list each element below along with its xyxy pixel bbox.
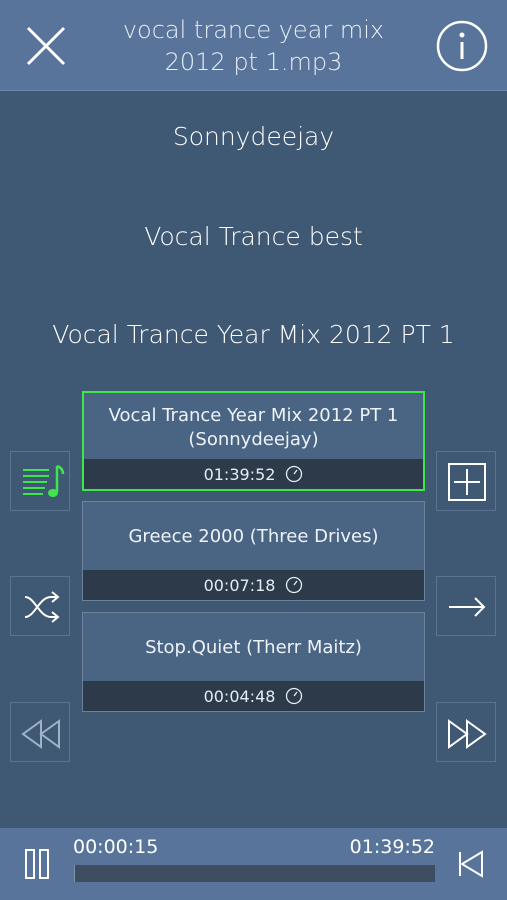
playlist-item[interactable]: Stop.Quiet (Therr Maitz) 00:04:48 [82, 612, 425, 712]
playlist-item[interactable]: Vocal Trance Year Mix 2012 PT 1 (Sonnyde… [82, 391, 425, 491]
file-title: vocal trance year mix 2012 pt 1.mp3 [90, 14, 417, 78]
playlist-item-duration: 00:04:48 [203, 686, 276, 706]
playlist-item-footer: 00:07:18 [83, 570, 424, 600]
clock-icon [286, 687, 303, 705]
info-icon [436, 20, 488, 72]
add-icon [448, 463, 486, 501]
file-title-line2: 2012 pt 1.mp3 [164, 48, 343, 76]
elapsed-time: 00:00:15 [73, 836, 159, 858]
fast-forward-button[interactable] [436, 702, 496, 762]
artist-name: Sonnydeejay [172, 122, 335, 151]
album-name: Vocal Trance best [144, 222, 363, 251]
playlist-item-duration: 01:39:52 [203, 464, 276, 484]
pause-button[interactable] [18, 844, 58, 884]
playlist-item-footer: 00:04:48 [83, 681, 424, 711]
previous-track-button[interactable] [450, 844, 490, 884]
info-button[interactable] [434, 18, 490, 74]
header-bar: vocal trance year mix 2012 pt 1.mp3 [0, 0, 507, 91]
fast-forward-icon [448, 719, 487, 749]
playlist-item[interactable]: Greece 2000 (Three Drives) 00:07:18 [82, 501, 425, 601]
playlist-music-icon [23, 464, 65, 497]
clock-icon [286, 465, 303, 483]
playlist-item-footer: 01:39:52 [84, 459, 423, 489]
total-time: 01:39:52 [349, 836, 435, 858]
next-arrow-icon [449, 597, 486, 617]
progress-bar[interactable] [74, 865, 435, 882]
rewind-icon [21, 719, 60, 749]
add-button[interactable] [436, 451, 496, 511]
track-name: Vocal Trance Year Mix 2012 PT 1 [52, 320, 455, 349]
shuffle-button[interactable] [10, 576, 70, 636]
clock-icon [286, 576, 303, 594]
playlist-button[interactable] [10, 451, 70, 511]
player-bar: 00:00:15 01:39:52 [0, 828, 507, 900]
playlist-item-title: Greece 2000 (Three Drives) [128, 526, 379, 547]
playlist-item-title: Vocal Trance Year Mix 2012 PT 1 (Sonnyde… [108, 405, 399, 450]
file-title-line1: vocal trance year mix [122, 16, 385, 44]
shuffle-icon [24, 591, 60, 623]
progress-fill [74, 865, 75, 882]
pause-icon [25, 849, 49, 879]
skip-back-icon [459, 850, 483, 878]
playlist-item-title: Stop.Quiet (Therr Maitz) [145, 637, 362, 658]
close-button[interactable] [18, 18, 74, 74]
close-icon [26, 26, 66, 66]
next-arrow-button[interactable] [436, 576, 496, 636]
rewind-button[interactable] [10, 702, 70, 762]
playlist-item-duration: 00:07:18 [203, 575, 276, 595]
